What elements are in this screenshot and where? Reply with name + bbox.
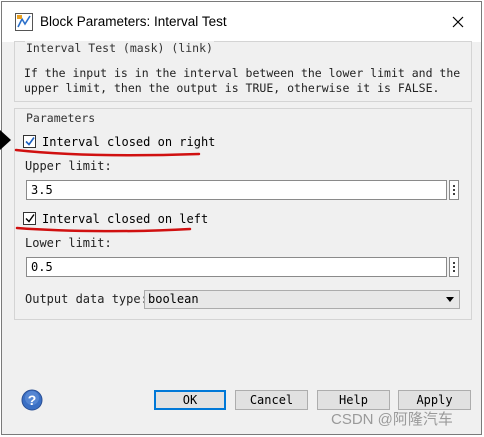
upper-limit-options-button[interactable]	[449, 180, 459, 200]
upper-limit-label: Upper limit:	[25, 159, 112, 173]
pointer-arrow-icon	[0, 130, 11, 150]
closed-on-left-checkbox[interactable]	[23, 212, 36, 225]
dropdown-arrow-icon	[446, 297, 454, 302]
lower-limit-options-button[interactable]	[449, 257, 459, 277]
help-button[interactable]: Help	[317, 390, 390, 410]
lower-limit-label: Lower limit:	[25, 236, 112, 250]
lower-limit-input[interactable]: 0.5	[26, 257, 447, 277]
help-icon[interactable]: ?	[21, 389, 43, 411]
window-title: Block Parameters: Interval Test	[40, 14, 227, 29]
closed-on-left-label[interactable]: Interval closed on left	[42, 212, 208, 226]
simulink-block-icon	[15, 13, 33, 31]
cancel-button[interactable]: Cancel	[235, 390, 308, 410]
svg-text:?: ?	[28, 392, 37, 408]
output-data-type-value: boolean	[148, 292, 199, 306]
upper-limit-input[interactable]: 3.5	[26, 180, 447, 200]
title-bar: Block Parameters: Interval Test	[2, 2, 481, 42]
checkmark-icon	[25, 137, 35, 146]
checkmark-icon	[25, 214, 35, 223]
closed-on-right-label[interactable]: Interval closed on right	[42, 135, 215, 149]
ellipsis-icon	[453, 185, 455, 195]
ok-button[interactable]: OK	[154, 390, 226, 410]
description-group-title: Interval Test (mask) (link)	[25, 41, 214, 55]
closed-on-right-checkbox[interactable]	[23, 135, 36, 148]
output-data-type-label: Output data type:	[25, 292, 148, 306]
close-button[interactable]	[435, 2, 481, 42]
block-parameters-dialog: Block Parameters: Interval Test Interval…	[1, 1, 482, 435]
watermark: CSDN @阿隆汽车	[331, 411, 453, 428]
apply-button[interactable]: Apply	[398, 390, 471, 410]
ellipsis-icon	[453, 262, 455, 272]
output-data-type-select[interactable]: boolean	[144, 290, 460, 309]
description-group: Interval Test (mask) (link) If the input…	[14, 41, 472, 102]
description-text: If the input is in the interval between …	[24, 66, 461, 95]
close-icon	[452, 16, 464, 28]
parameters-group-title: Parameters	[25, 111, 97, 125]
